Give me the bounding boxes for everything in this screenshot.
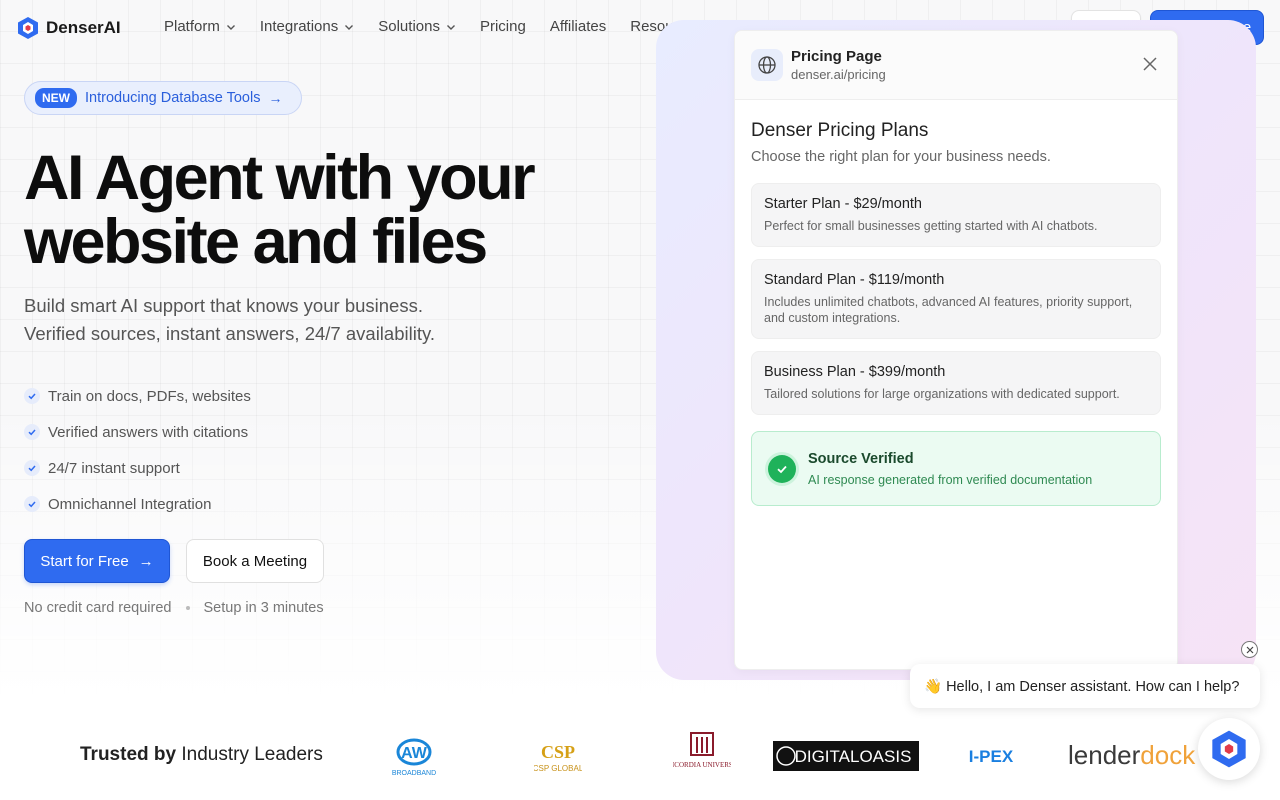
new-badge: NEW (35, 88, 77, 108)
source-title: Pricing Page (791, 48, 882, 65)
hero-title-line1: AI Agent with your (24, 143, 536, 213)
globe-icon (751, 49, 783, 81)
arrow-right-icon: → (268, 90, 283, 106)
hero-subtitle-line1: Build smart AI support that knows your b… (24, 295, 423, 316)
source-content: Denser Pricing Plans Choose the right pl… (735, 100, 1177, 526)
start-free-label: Start for Free (40, 552, 129, 570)
svg-text:CSP: CSP (541, 742, 575, 762)
plan-title: Business Plan - $399/month (764, 364, 946, 380)
svg-text:lenderdock: lenderdock (1068, 740, 1196, 770)
menu-pricing[interactable]: Pricing (480, 18, 526, 35)
logo-csp-global: CSP CSP GLOBAL (533, 730, 583, 782)
menu-solutions[interactable]: Solutions (378, 18, 456, 35)
trusted-rest: Industry Leaders (181, 744, 323, 765)
menu-platform[interactable]: Platform (164, 18, 236, 35)
verified-title: Source Verified (808, 450, 914, 467)
menu-label: Solutions (378, 18, 440, 35)
svg-text:I-PEX: I-PEX (969, 747, 1014, 766)
menu-label: Integrations (259, 18, 339, 35)
separator-dot (185, 606, 190, 610)
hero-title-line2: website and files (24, 207, 488, 277)
menu-integrations[interactable]: Integrations (260, 18, 354, 35)
feature-item: Train on docs, PDFs, websites (24, 378, 251, 414)
chevron-down-icon (345, 24, 354, 30)
feature-label: Omnichannel Integration (48, 495, 212, 513)
logo-digitaloasis: DIGITALOASIS (773, 741, 919, 771)
denser-logo-icon (18, 17, 38, 39)
hero-title: AI Agent with your website and files (24, 146, 624, 274)
svg-text:CONCORDIA UNIVERSITY: CONCORDIA UNIVERSITY (673, 761, 731, 769)
plan-title: Standard Plan - $119/month (764, 272, 945, 288)
feature-label: Train on docs, PDFs, websites (48, 387, 251, 405)
menu-label: Platform (164, 18, 220, 35)
svg-text:CSP GLOBAL: CSP GLOBAL (534, 764, 582, 773)
feature-item: 24/7 instant support (24, 450, 251, 486)
main-menu: Platform Integrations Solutions Pricing … (164, 18, 742, 35)
feature-item: Omnichannel Integration (24, 486, 251, 522)
trusted-by-heading: Trusted by Industry Leaders (80, 744, 323, 766)
svg-text:AW: AW (401, 745, 428, 762)
feature-label: Verified answers with citations (48, 423, 249, 441)
chat-greeting-bubble[interactable]: 👋 Hello, I am Denser assistant. How can … (910, 664, 1260, 708)
source-header: Pricing Page denser.ai/pricing (735, 31, 1177, 100)
logo-lenderdock: lenderdock (1068, 730, 1198, 782)
hero-subtitle: Build smart AI support that knows your b… (24, 292, 435, 348)
brand-logo[interactable]: DenserAI (16, 16, 121, 40)
arrow-right-icon: → (138, 552, 154, 570)
source-verified-banner: Source Verified AI response generated fr… (751, 431, 1161, 506)
brand-name: DenserAI (46, 18, 121, 37)
feature-item: Verified answers with citations (24, 414, 251, 450)
verified-description: AI response generated from verified docu… (808, 472, 1093, 487)
plan-card: Starter Plan - $29/month Perfect for sma… (751, 183, 1161, 247)
book-meeting-button[interactable]: Book a Meeting (186, 539, 324, 583)
plan-description: Includes unlimited chatbots, advanced AI… (764, 295, 1133, 325)
plan-title: Starter Plan - $29/month (764, 196, 922, 212)
source-url: denser.ai/pricing (791, 67, 886, 82)
feature-list: Train on docs, PDFs, websites Verified a… (24, 378, 251, 522)
plan-description: Perfect for small businesses getting sta… (764, 219, 1098, 233)
announcement-text: Introducing Database Tools (85, 90, 261, 106)
check-icon (24, 388, 40, 404)
plan-card: Business Plan - $399/month Tailored solu… (751, 351, 1161, 415)
content-subheading: Choose the right plan for your business … (751, 149, 1051, 165)
denser-logo-icon (1212, 730, 1246, 768)
announcement-pill[interactable]: NEW Introducing Database Tools → (24, 81, 302, 115)
content-heading: Denser Pricing Plans (751, 120, 929, 141)
logo-ipex: I-PEX (958, 730, 1024, 782)
plan-card: Standard Plan - $119/month Includes unli… (751, 259, 1161, 339)
note-no-card: No credit card required (24, 600, 172, 616)
svg-text:DIGITALOASIS: DIGITALOASIS (795, 747, 912, 766)
menu-label: Affiliates (549, 18, 607, 35)
trusted-bold: Trusted by (80, 744, 177, 765)
start-free-button[interactable]: Start for Free → (24, 539, 170, 583)
logo-concordia: CONCORDIA UNIVERSITY (672, 730, 732, 782)
check-circle-icon (768, 454, 796, 483)
chat-launcher-button[interactable] (1198, 718, 1260, 780)
logo-broadband: AW BROADBAND (384, 730, 444, 782)
note-setup: Setup in 3 minutes (203, 600, 324, 616)
menu-label: Pricing (479, 18, 526, 35)
menu-affiliates[interactable]: Affiliates (550, 18, 606, 35)
hero-subtitle-line2: Verified sources, instant answers, 24/7 … (24, 323, 435, 344)
chevron-down-icon (226, 24, 235, 30)
close-icon[interactable] (1141, 55, 1159, 73)
plan-description: Tailored solutions for large organizatio… (764, 387, 1120, 401)
check-icon (24, 424, 40, 440)
chevron-down-icon (446, 24, 455, 30)
feature-label: 24/7 instant support (48, 459, 180, 477)
check-icon (24, 496, 40, 512)
source-preview-card: Pricing Page denser.ai/pricing Denser Pr… (734, 30, 1178, 670)
chat-close-icon[interactable] (1241, 641, 1258, 658)
check-icon (24, 460, 40, 476)
signup-notes: No credit card required Setup in 3 minut… (24, 600, 324, 616)
svg-text:BROADBAND: BROADBAND (392, 770, 436, 777)
